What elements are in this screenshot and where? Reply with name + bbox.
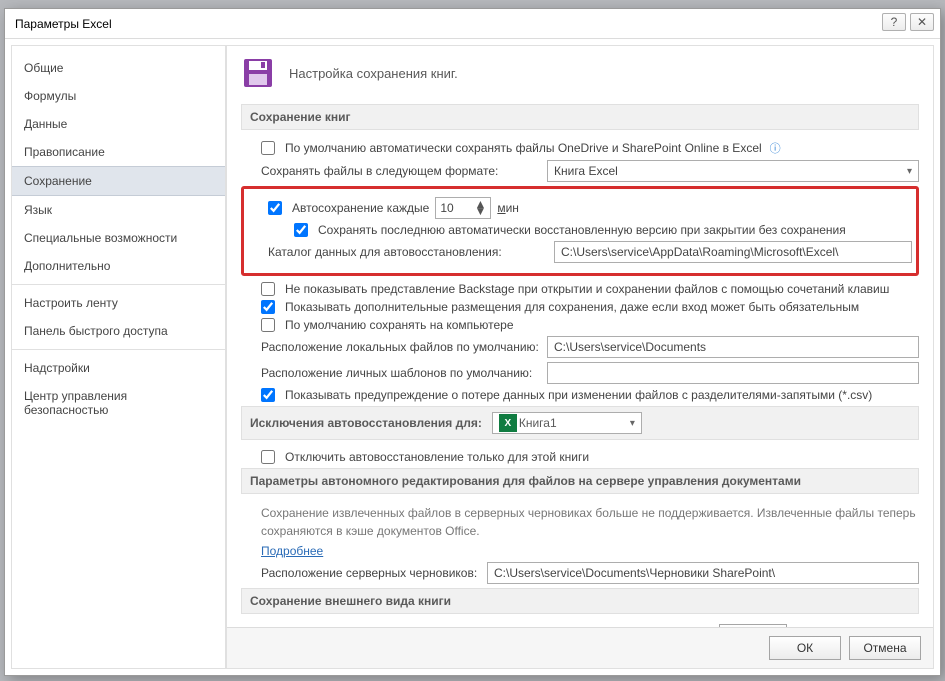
spinner-buttons[interactable]: ▲▼	[474, 201, 486, 215]
section-autorecover-exceptions: Исключения автовосстановления для: X Кни…	[241, 406, 919, 440]
dialog-footer: ОК Отмена	[227, 627, 933, 668]
label-server-drafts: Расположение серверных черновиков:	[261, 566, 481, 580]
sidebar-item-qat[interactable]: Панель быстрого доступа	[12, 317, 225, 345]
sidebar-item-data[interactable]: Данные	[12, 110, 225, 138]
checkbox-disable-autorecover-wb[interactable]	[261, 450, 275, 464]
section-appearance: Сохранение внешнего вида книги	[241, 588, 919, 614]
help-button[interactable]: ?	[882, 13, 906, 31]
sidebar-item-advanced[interactable]: Дополнительно	[12, 252, 225, 280]
cancel-button[interactable]: Отмена	[849, 636, 921, 660]
input-templates-path[interactable]	[547, 362, 919, 384]
sidebar-item-addins[interactable]: Надстройки	[12, 354, 225, 382]
save-icon	[241, 56, 275, 90]
excel-icon: X	[499, 414, 517, 432]
label-minutes: мминин	[497, 201, 519, 215]
spinner-autosave-minutes[interactable]: 10 ▲▼	[435, 197, 491, 219]
checkbox-save-local-default[interactable]	[261, 318, 275, 332]
sidebar-item-customize-ribbon[interactable]: Настроить ленту	[12, 289, 225, 317]
info-icon[interactable]: ⓘ	[770, 140, 781, 156]
label-disable-autorecover-wb: Отключить автовосстановление только для …	[285, 450, 589, 464]
main-panel: Настройка сохранения книг. Сохранение кн…	[226, 45, 934, 669]
sidebar-item-proofing[interactable]: Правописание	[12, 138, 225, 166]
page-title: Настройка сохранения книг.	[289, 66, 458, 81]
category-sidebar: Общие Формулы Данные Правописание Сохран…	[11, 45, 226, 669]
label-autosave-odsp: По умолчанию автоматически сохранять фай…	[285, 141, 762, 155]
checkbox-no-backstage[interactable]	[261, 282, 275, 296]
section-offline-editing: Параметры автономного редактирования для…	[241, 468, 919, 494]
label-keep-last-autorecover: Сохранять последнюю автоматически восста…	[318, 223, 846, 237]
link-learn-more[interactable]: Подробнее	[261, 544, 323, 558]
checkbox-show-additional[interactable]	[261, 300, 275, 314]
combo-save-format[interactable]: Книга Excel	[547, 160, 919, 182]
label-csv-warning: Показывать предупреждение о потере данны…	[285, 388, 872, 402]
label-autosave-interval: Автосохранение каждые	[292, 201, 429, 215]
combo-workbook[interactable]: X Книга1	[492, 412, 642, 434]
label-save-format: Сохранять файлы в следующем формате:	[261, 164, 541, 178]
input-autorecover-path[interactable]: C:\Users\service\AppData\Roaming\Microso…	[554, 241, 912, 263]
close-button[interactable]: ✕	[910, 13, 934, 31]
window-title: Параметры Excel	[15, 17, 112, 31]
checkbox-keep-last-autorecover[interactable]	[294, 223, 308, 237]
titlebar: Параметры Excel ? ✕	[5, 9, 940, 39]
label-templates-path: Расположение личных шаблонов по умолчани…	[261, 366, 541, 380]
input-local-path[interactable]: C:\Users\service\Documents	[547, 336, 919, 358]
checkbox-autosave-odsp[interactable]	[261, 141, 275, 155]
label-autorecover-path: Каталог данных для автовосстановления:	[268, 245, 548, 259]
input-server-drafts[interactable]: C:\Users\service\Documents\Черновики Sha…	[487, 562, 919, 584]
checkbox-autosave-interval[interactable]	[268, 201, 282, 215]
section-save-books: Сохранение книг	[241, 104, 919, 130]
server-help-text: Сохранение извлеченных файлов в серверны…	[261, 504, 919, 540]
options-dialog: Параметры Excel ? ✕ Общие Формулы Данные…	[4, 8, 941, 676]
label-show-additional: Показывать дополнительные размещения для…	[285, 300, 859, 314]
checkbox-csv-warning[interactable]	[261, 388, 275, 402]
label-local-path: Расположение локальных файлов по умолчан…	[261, 340, 541, 354]
sidebar-item-trust-center[interactable]: Центр управления безопасностью	[12, 382, 225, 424]
sidebar-item-save[interactable]: Сохранение	[12, 166, 225, 196]
ok-button[interactable]: ОК	[769, 636, 841, 660]
sidebar-item-formulas[interactable]: Формулы	[12, 82, 225, 110]
sidebar-item-general[interactable]: Общие	[12, 54, 225, 82]
sidebar-item-accessibility[interactable]: Специальные возможности	[12, 224, 225, 252]
label-save-local-default: По умолчанию сохранять на компьютере	[285, 318, 514, 332]
label-no-backstage: Не показывать представление Backstage пр…	[285, 282, 889, 296]
highlight-box: Автосохранение каждые 10 ▲▼ мминин Сохра…	[241, 186, 919, 276]
sidebar-item-language[interactable]: Язык	[12, 196, 225, 224]
